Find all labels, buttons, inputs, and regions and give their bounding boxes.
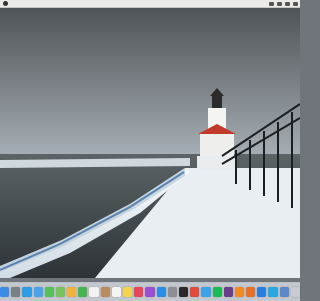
downloads-icon[interactable] [279, 287, 289, 297]
menu-bar-status-area [269, 0, 298, 7]
messages-icon[interactable] [44, 287, 54, 297]
search-icon[interactable] [293, 1, 298, 6]
spotify-icon[interactable] [212, 287, 222, 297]
safari-icon[interactable] [22, 287, 32, 297]
menu-bar [0, 0, 300, 8]
chrome-icon[interactable] [190, 287, 200, 297]
clock-icon[interactable] [285, 1, 290, 6]
maps-icon[interactable] [55, 287, 66, 297]
slack-icon[interactable] [223, 287, 233, 297]
battery-icon[interactable] [277, 1, 282, 6]
trash-icon[interactable] [290, 287, 301, 297]
dock [0, 282, 301, 301]
finder-icon[interactable] [0, 287, 10, 297]
reminders-icon[interactable] [111, 287, 122, 297]
apple-menu-icon[interactable] [3, 1, 8, 6]
firefox-icon[interactable] [246, 287, 256, 297]
notes-icon[interactable] [123, 287, 133, 297]
twitter-icon[interactable] [201, 287, 211, 297]
contacts-icon[interactable] [100, 287, 110, 297]
appstore-icon[interactable] [156, 287, 166, 297]
desktop-wallpaper [0, 8, 300, 278]
calendar-icon[interactable] [89, 287, 99, 297]
settings-icon[interactable] [167, 287, 177, 297]
skype-icon[interactable] [268, 287, 278, 297]
mail-icon[interactable] [33, 287, 43, 297]
music-icon[interactable] [134, 287, 144, 297]
terminal-icon[interactable] [178, 287, 189, 297]
vlc-icon[interactable] [234, 287, 245, 297]
podcasts-icon[interactable] [145, 287, 155, 297]
dropbox-icon[interactable] [257, 287, 267, 297]
facetime-icon[interactable] [78, 287, 88, 297]
wifi-icon[interactable] [269, 1, 274, 6]
launchpad-icon[interactable] [11, 287, 21, 297]
photos-icon[interactable] [67, 287, 77, 297]
